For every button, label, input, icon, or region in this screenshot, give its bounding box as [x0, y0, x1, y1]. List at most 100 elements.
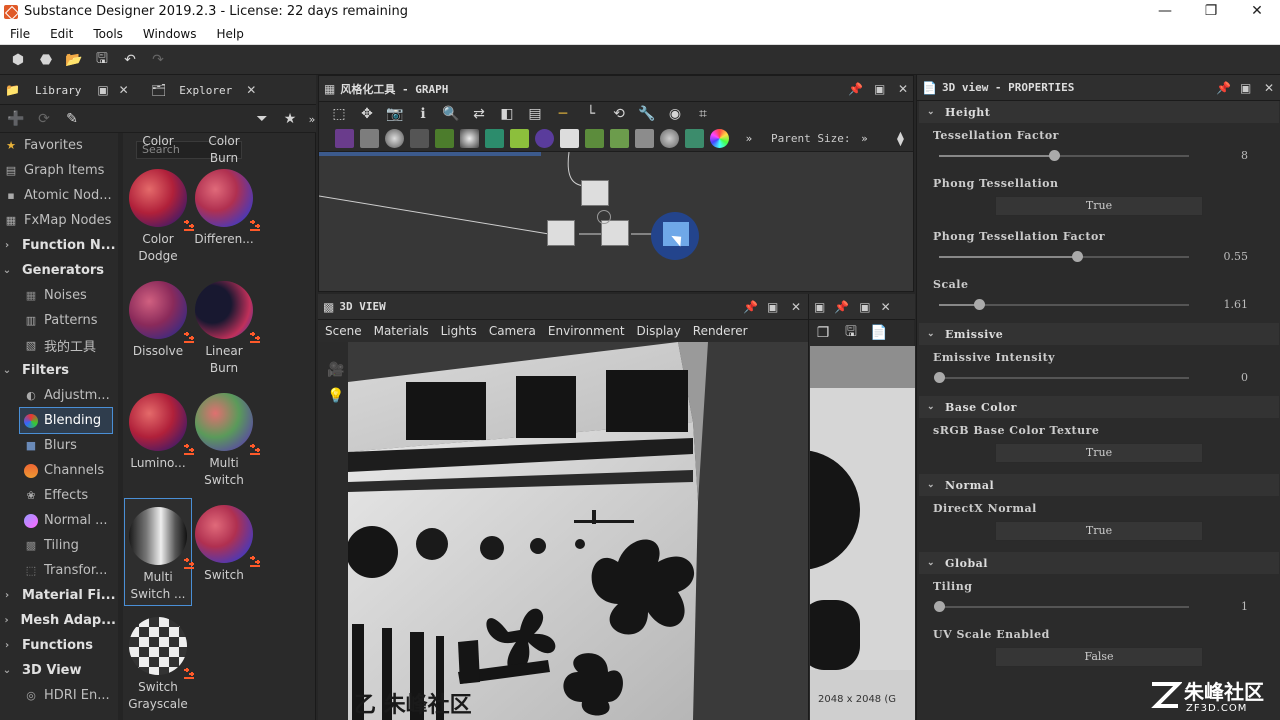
- tools-icon[interactable]: 🔧: [637, 104, 657, 124]
- graph-settings-icon[interactable]: ⧫: [890, 129, 910, 149]
- reload-icon[interactable]: ⟲: [609, 104, 629, 124]
- tab-library[interactable]: 📁 Library ▣ ✕: [0, 75, 140, 105]
- close-2d-view-icon[interactable]: ✕: [881, 300, 891, 314]
- menu-camera[interactable]: Camera: [489, 324, 536, 338]
- tessellation-factor-slider[interactable]: [939, 150, 1189, 161]
- float-panel-icon[interactable]: ▣: [767, 300, 778, 314]
- library-tree-item[interactable]: ▦ Noises: [0, 283, 116, 308]
- library-tree-item[interactable]: ▩ Tiling: [0, 533, 116, 558]
- library-thumbnail[interactable]: Switch: [191, 505, 260, 584]
- pencil-icon[interactable]: ✎: [62, 109, 82, 129]
- library-tree-item[interactable]: ▤ Graph Items: [0, 158, 116, 183]
- section-emissive[interactable]: ⌄ Emissive: [919, 323, 1279, 345]
- scale-slider[interactable]: [939, 299, 1189, 310]
- menu-help[interactable]: Help: [206, 27, 253, 41]
- chevron-down-icon[interactable]: ⌄: [0, 265, 14, 276]
- graph-node[interactable]: [581, 180, 609, 206]
- menu-edit[interactable]: Edit: [40, 27, 83, 41]
- directx-normal-toggle[interactable]: True: [995, 521, 1203, 541]
- library-tree-item[interactable]: ▧ 我的工具: [0, 333, 116, 358]
- refresh-icon[interactable]: ⟳: [34, 109, 54, 129]
- minimize-button[interactable]: —: [1142, 0, 1188, 23]
- screenshot-icon[interactable]: 📷: [385, 104, 405, 124]
- library-thumbnail[interactable]: Color Burn: [191, 133, 257, 167]
- save-image-icon[interactable]: 🖫: [841, 323, 861, 343]
- favorite-add-icon[interactable]: ★: [280, 109, 300, 129]
- library-tree-item[interactable]: ❀ Effects: [0, 483, 116, 508]
- link-icon[interactable]: ─: [553, 104, 573, 124]
- new-package-icon[interactable]: ⬢: [8, 50, 28, 70]
- tiling-slider[interactable]: [934, 601, 1189, 612]
- float-panel-icon[interactable]: ▣: [1240, 81, 1251, 95]
- menu-renderer[interactable]: Renderer: [693, 324, 748, 338]
- library-tree-item[interactable]: ◎ HDRI En...: [0, 683, 116, 708]
- pin-icon[interactable]: 📌: [1216, 81, 1231, 95]
- maximize-button[interactable]: ❐: [1188, 0, 1234, 23]
- layout-icon[interactable]: ◧: [497, 104, 517, 124]
- uniform-color-icon[interactable]: [385, 129, 404, 148]
- library-thumbnail[interactable]: Color Dodge: [125, 169, 194, 265]
- library-tree-item[interactable]: ⌄ Generators: [0, 258, 116, 283]
- view-icon[interactable]: ◉: [665, 104, 685, 124]
- gradient-icon[interactable]: [510, 129, 529, 148]
- menu-scene[interactable]: Scene: [325, 324, 362, 338]
- tessellation-factor-value[interactable]: 8: [1241, 149, 1248, 162]
- undo-icon[interactable]: ↶: [120, 50, 140, 70]
- library-tree-item[interactable]: › Functions: [0, 633, 116, 658]
- 2d-view-canvas[interactable]: 2048 x 2048 (G: [810, 346, 915, 720]
- library-thumbnail[interactable]: Color: [125, 133, 191, 150]
- library-tree-item[interactable]: Channels: [0, 458, 116, 483]
- close-properties-icon[interactable]: ✕: [1264, 81, 1274, 95]
- parent-size-more-icon[interactable]: »: [854, 129, 874, 149]
- close-library-icon[interactable]: ✕: [119, 83, 129, 97]
- more-nodes-icon[interactable]: »: [739, 129, 759, 149]
- comment-icon[interactable]: ▤: [525, 104, 545, 124]
- library-tree-item[interactable]: ▦ FxMap Nodes: [0, 208, 116, 233]
- close-3d-view-icon[interactable]: ✕: [791, 300, 801, 314]
- section-normal[interactable]: ⌄ Normal: [919, 474, 1279, 496]
- export-icon[interactable]: 📄: [869, 323, 889, 343]
- srgb-base-color-toggle[interactable]: True: [995, 443, 1203, 463]
- normal-node-icon[interactable]: [635, 129, 654, 148]
- menu-lights[interactable]: Lights: [441, 324, 477, 338]
- library-tree-item[interactable]: › Material Fi...: [0, 583, 116, 608]
- library-tree-item[interactable]: Normal ...: [0, 508, 116, 533]
- align-icon[interactable]: ⇄: [469, 104, 489, 124]
- menu-display[interactable]: Display: [637, 324, 681, 338]
- phong-tessellation-factor-slider[interactable]: [939, 251, 1189, 262]
- info-icon[interactable]: ℹ: [413, 104, 433, 124]
- bitmap-node-icon[interactable]: [335, 129, 354, 148]
- library-tree-scrollbar[interactable]: [118, 133, 123, 720]
- levels-icon[interactable]: [535, 129, 554, 148]
- output-icon[interactable]: [585, 129, 604, 148]
- pin-icon[interactable]: 📌: [848, 82, 863, 96]
- float-panel-icon[interactable]: ▣: [97, 83, 108, 97]
- chevron-right-icon[interactable]: ›: [0, 590, 14, 601]
- section-base-color[interactable]: ⌄ Base Color: [919, 396, 1279, 418]
- library-thumbnail[interactable]: Multi Switch: [191, 393, 260, 489]
- library-thumbnail[interactable]: Differen...: [191, 169, 260, 248]
- close-graph-icon[interactable]: ✕: [898, 82, 908, 96]
- emissive-intensity-value[interactable]: 0: [1241, 371, 1248, 384]
- open-folder-icon[interactable]: 📂: [64, 50, 84, 70]
- hsl-icon[interactable]: [710, 129, 729, 148]
- phong-tessellation-toggle[interactable]: True: [995, 196, 1203, 216]
- shuffle-icon[interactable]: [410, 129, 429, 148]
- library-tree-item[interactable]: ⌄ Filters: [0, 358, 116, 383]
- crop-icon[interactable]: ⌗: [693, 104, 713, 124]
- chevron-down-icon[interactable]: ⌄: [0, 365, 14, 376]
- warp-icon[interactable]: [485, 129, 504, 148]
- section-global[interactable]: ⌄ Global: [919, 552, 1279, 574]
- library-tree-item[interactable]: ■ Blurs: [0, 433, 116, 458]
- camera-icon[interactable]: 🎥: [326, 360, 346, 380]
- library-thumbnail[interactable]: Linear Burn: [191, 281, 260, 377]
- redo-icon[interactable]: ↷: [148, 50, 168, 70]
- 3d-viewport[interactable]: 乙 朱峰社区: [348, 342, 808, 720]
- emissive-intensity-slider[interactable]: [934, 372, 1189, 383]
- library-tree-item[interactable]: ▥ Patterns: [0, 308, 116, 333]
- connect-icon[interactable]: └: [581, 104, 601, 124]
- graph-node[interactable]: [547, 220, 575, 246]
- library-thumbnail[interactable]: Multi Switch ...: [124, 498, 194, 606]
- graph-canvas[interactable]: [319, 151, 913, 291]
- menu-materials[interactable]: Materials: [374, 324, 429, 338]
